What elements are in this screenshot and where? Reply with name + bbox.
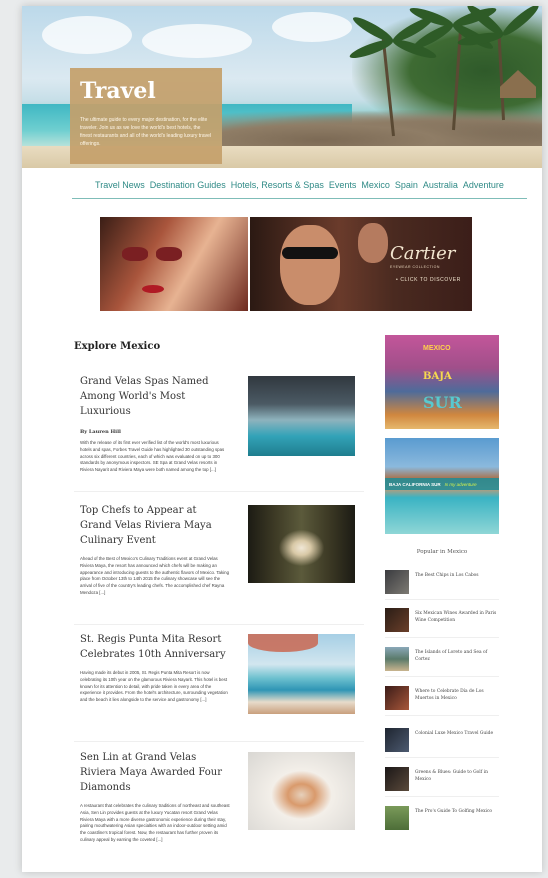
- popular-thumbnail: [385, 608, 409, 632]
- ad-cta[interactable]: • CLICK TO DISCOVER: [396, 277, 461, 283]
- article-excerpt: Ahead of the Best of Mexico's Culinary T…: [80, 556, 230, 595]
- hero-description: The ultimate guide to every major destin…: [80, 117, 212, 147]
- article-title[interactable]: Grand Velas Spas Named Among World's Mos…: [80, 374, 230, 419]
- article-card[interactable]: St. Regis Punta Mita Resort Celebrates 1…: [74, 632, 364, 742]
- ad-kicker: MEXICO: [423, 345, 451, 352]
- article-thumbnail[interactable]: [248, 752, 355, 830]
- popular-item[interactable]: The Pro's Guide To Golfing Mexico: [385, 806, 499, 836]
- ad-tagline: EYEWEAR COLLECTION: [390, 265, 440, 269]
- popular-thumbnail: [385, 686, 409, 710]
- ad-logo-line1: BAJA: [423, 371, 452, 382]
- popular-label: Greens & Blues: Guide to Golf in Mexico: [415, 770, 488, 782]
- ad-caption-bar: BAJA CALIFORNIA SUR Is my adventure: [385, 478, 499, 490]
- ad-sunglasses-lens: [156, 247, 182, 261]
- article-text: Sen Lin at Grand Velas Riviera Maya Awar…: [80, 750, 230, 844]
- ad-caption: BAJA CALIFORNIA SUR: [389, 481, 441, 487]
- popular-item[interactable]: Where to Celebrate Día de Los Muertos in…: [385, 686, 499, 716]
- article-excerpt: A restaurant that celebrates the culinar…: [80, 803, 230, 842]
- ad-caption-tag: Is my adventure: [444, 481, 477, 487]
- popular-thumbnail: [385, 570, 409, 594]
- popular-item[interactable]: The Best Chips in Los Cabos: [385, 570, 499, 600]
- article-title[interactable]: Sen Lin at Grand Velas Riviera Maya Awar…: [80, 750, 230, 795]
- hero-title: Travel: [80, 78, 156, 104]
- article-thumbnail[interactable]: [248, 634, 355, 714]
- article-title[interactable]: St. Regis Punta Mita Resort Celebrates 1…: [80, 632, 230, 662]
- popular-item[interactable]: Six Mexican Wines Awarded in Paris Wine …: [385, 608, 499, 638]
- nav-destination-guides[interactable]: Destination Guides: [150, 180, 226, 200]
- popular-label: The Islands of Loreto and Sea of Cortez: [415, 650, 488, 662]
- popular-thumbnail: [385, 728, 409, 752]
- popular-label: The Pro's Guide To Golfing Mexico: [415, 809, 493, 814]
- popular-title: Popular in Mexico: [416, 549, 468, 555]
- popular-label: Where to Celebrate Día de Los Muertos in…: [415, 689, 484, 701]
- popular-item[interactable]: Colonial Luxe Mexico Travel Guide: [385, 728, 499, 758]
- section-title: Explore Mexico: [74, 341, 161, 352]
- popular-item[interactable]: Greens & Blues: Guide to Golf in Mexico: [385, 767, 499, 797]
- hero-cloud: [42, 16, 132, 54]
- article-text: Top Chefs to Appear at Grand Velas Rivie…: [80, 503, 230, 597]
- nav-hotels-resorts-spas[interactable]: Hotels, Resorts & Spas: [231, 180, 324, 200]
- ad-image-woman: [100, 217, 248, 311]
- article-card[interactable]: Grand Velas Spas Named Among World's Mos…: [74, 374, 364, 492]
- popular-thumbnail: [385, 806, 409, 830]
- category-nav: Travel News Destination Guides Hotels, R…: [72, 180, 527, 200]
- ad-lips: [142, 285, 164, 293]
- article-text: Grand Velas Spas Named Among World's Mos…: [80, 374, 230, 474]
- popular-label: Six Mexican Wines Awarded in Paris Wine …: [415, 611, 497, 623]
- hero-card: Travel The ultimate guide to every major…: [70, 68, 222, 164]
- popular-label: The Best Chips in Los Cabos: [415, 573, 479, 578]
- baja-california-ad[interactable]: BAJA CALIFORNIA SUR Is my adventure: [385, 438, 499, 534]
- nav-adventure[interactable]: Adventure: [463, 180, 504, 200]
- nav-travel-news[interactable]: Travel News: [95, 180, 145, 200]
- article-author: By Lauren Hill: [80, 429, 121, 435]
- popular-item[interactable]: The Islands of Loreto and Sea of Cortez: [385, 647, 499, 677]
- popular-thumbnail: [385, 647, 409, 671]
- nav-australia[interactable]: Australia: [423, 180, 458, 200]
- ad-sunglasses: [282, 247, 338, 259]
- article-thumbnail[interactable]: [248, 376, 355, 456]
- ad-face: [280, 225, 340, 305]
- ad-brand: Cartier: [390, 243, 456, 264]
- nav-spain[interactable]: Spain: [395, 180, 418, 200]
- cartier-ad-banner[interactable]: Cartier EYEWEAR COLLECTION • CLICK TO DI…: [100, 217, 472, 311]
- ad-logo-line2: SUR: [423, 393, 462, 412]
- ad-face: [358, 223, 388, 263]
- baja-sur-ad[interactable]: MEXICO BAJA SUR: [385, 335, 499, 429]
- ad-sunglasses-lens: [122, 247, 148, 261]
- article-card[interactable]: Top Chefs to Appear at Grand Velas Rivie…: [74, 503, 364, 625]
- popular-thumbnail: [385, 767, 409, 791]
- nav-divider: [72, 198, 527, 199]
- article-thumbnail[interactable]: [248, 505, 355, 583]
- article-title[interactable]: Top Chefs to Appear at Grand Velas Rivie…: [80, 503, 230, 548]
- ad-image-man: Cartier EYEWEAR COLLECTION • CLICK TO DI…: [250, 217, 472, 311]
- article-text: St. Regis Punta Mita Resort Celebrates 1…: [80, 632, 230, 704]
- popular-label: Colonial Luxe Mexico Travel Guide: [415, 731, 494, 736]
- page: Travel The ultimate guide to every major…: [22, 6, 542, 872]
- nav-mexico[interactable]: Mexico: [361, 180, 390, 200]
- beach-umbrella: [248, 634, 318, 652]
- article-excerpt: Having made its debut in 2005, St. Regis…: [80, 670, 228, 703]
- article-card[interactable]: Sen Lin at Grand Velas Riviera Maya Awar…: [74, 750, 364, 872]
- nav-events[interactable]: Events: [329, 180, 357, 200]
- article-excerpt: With the release of its first ever verif…: [80, 440, 225, 473]
- hero-cloud: [272, 12, 352, 42]
- hero-banner: Travel The ultimate guide to every major…: [22, 6, 542, 168]
- hero-cloud: [142, 24, 252, 58]
